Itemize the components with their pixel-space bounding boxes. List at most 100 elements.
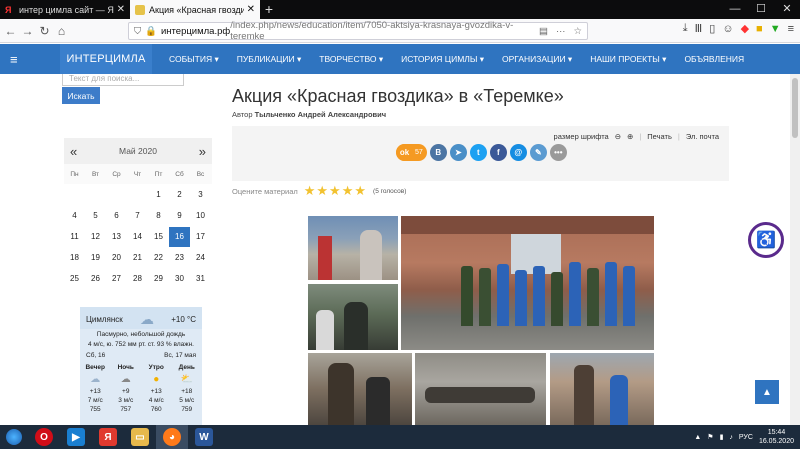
calendar-day[interactable]: 1 <box>148 190 169 199</box>
scrollbar[interactable] <box>790 74 800 425</box>
twitter-icon[interactable]: t <box>469 144 487 161</box>
calendar-day[interactable]: 7 <box>127 211 148 220</box>
close-tab-icon[interactable]: ✕ <box>247 4 255 15</box>
accessibility-icon[interactable]: ♿ <box>748 222 784 258</box>
menu-item-announcements[interactable]: ОБЪЯВЛЕНИЯ <box>675 54 753 64</box>
taskbar-opera[interactable]: O <box>28 425 60 449</box>
scroll-to-top-button[interactable]: ▲ <box>755 380 779 404</box>
rating-stars[interactable]: ★★★★★ <box>304 183 367 199</box>
adblock-icon[interactable]: ■ <box>756 23 763 35</box>
flag-icon[interactable]: ⚑ <box>707 433 713 441</box>
scrollbar-thumb[interactable] <box>792 78 798 138</box>
calendar-day[interactable]: 20 <box>106 253 127 262</box>
reader-icon[interactable]: ▤ <box>539 26 548 37</box>
calendar-day[interactable]: 21 <box>127 253 148 262</box>
browser-tab-yandex[interactable]: Я интер цимла сайт — Яндекс: н ✕ <box>0 0 130 19</box>
calendar-day[interactable]: 25 <box>64 274 85 283</box>
calendar-day[interactable]: 17 <box>190 232 211 241</box>
calendar-day[interactable]: 15 <box>148 232 169 241</box>
calendar-day[interactable]: 3 <box>190 190 211 199</box>
back-icon[interactable]: ← <box>2 24 19 38</box>
gallery-photo[interactable] <box>308 284 398 350</box>
close-tab-icon[interactable]: ✕ <box>117 4 125 15</box>
new-tab-button[interactable]: + <box>260 0 278 19</box>
calendar-day[interactable]: 23 <box>169 253 190 262</box>
browser-tab-article[interactable]: Акция «Красная гвоздика» в «Т ✕ <box>130 0 260 19</box>
network-icon[interactable]: ▮ <box>720 433 724 441</box>
taskbar-firefox[interactable]: ◕ <box>156 425 188 449</box>
calendar-day[interactable]: 26 <box>85 274 106 283</box>
site-logo[interactable]: ИНТЕРЦИМЛА <box>60 44 152 74</box>
zoom-in-icon[interactable]: ⊕ <box>627 132 633 141</box>
home-icon[interactable]: ⌂ <box>53 24 70 38</box>
close-window-icon[interactable]: ✕ <box>774 0 800 19</box>
telegram-icon[interactable]: ➤ <box>449 144 467 161</box>
calendar-day[interactable]: 9 <box>169 211 190 220</box>
tray-expand-icon[interactable]: ▲ <box>694 434 701 441</box>
hamburger-menu-icon[interactable]: ≡ <box>10 52 18 67</box>
calendar-day[interactable]: 30 <box>169 274 190 283</box>
menu-icon[interactable]: ≡ <box>788 23 794 35</box>
gallery-photo[interactable] <box>550 353 654 425</box>
calendar-day[interactable]: 22 <box>148 253 169 262</box>
calendar-day[interactable]: 5 <box>85 211 106 220</box>
sidebar-icon[interactable]: ▯ <box>709 22 715 35</box>
calendar-day[interactable]: 14 <box>127 232 148 241</box>
calendar-day[interactable]: 2 <box>169 190 190 199</box>
bookmark-star-icon[interactable]: ☆ <box>573 26 582 37</box>
calendar-prev-button[interactable]: « <box>70 144 77 159</box>
email-button[interactable]: Эл. почта <box>686 132 719 141</box>
download-helper-icon[interactable]: ▼ <box>770 23 781 35</box>
menu-item-publications[interactable]: ПУБЛИКАЦИИ ▾ <box>228 54 311 65</box>
menu-item-organizations[interactable]: ОРГАНИЗАЦИИ ▾ <box>493 54 581 65</box>
taskbar-yandex[interactable]: Я <box>92 425 124 449</box>
taskbar-explorer[interactable]: ▭ <box>124 425 156 449</box>
menu-item-history[interactable]: ИСТОРИЯ ЦИМЛЫ ▾ <box>392 54 493 65</box>
print-button[interactable]: Печать <box>647 132 672 141</box>
calendar-day[interactable]: 24 <box>190 253 211 262</box>
search-input[interactable]: Текст для поиска... <box>62 74 184 86</box>
forward-icon[interactable]: → <box>19 24 36 38</box>
calendar-day[interactable]: 29 <box>148 274 169 283</box>
more-share-icon[interactable]: ••• <box>549 144 567 161</box>
mail-icon[interactable]: @ <box>509 144 527 161</box>
calendar-day-today[interactable]: 16 <box>169 226 190 247</box>
calendar-day[interactable]: 27 <box>106 274 127 283</box>
start-button[interactable] <box>0 425 28 449</box>
reload-icon[interactable]: ↻ <box>36 24 53 38</box>
menu-item-projects[interactable]: НАШИ ПРОЕКТЫ ▾ <box>581 54 675 65</box>
calendar-day[interactable]: 8 <box>148 211 169 220</box>
share-ok-button[interactable]: ok 57 <box>396 144 427 161</box>
address-bar[interactable]: ⛉ 🔒 интерцимла.рф /index.php/news/educat… <box>128 20 588 42</box>
download-icon[interactable]: ⤓ <box>683 22 688 35</box>
calendar-day[interactable]: 4 <box>64 211 85 220</box>
gallery-photo[interactable] <box>308 216 398 280</box>
volume-icon[interactable]: ♪ <box>729 434 733 441</box>
minimize-icon[interactable]: — <box>722 0 748 19</box>
calendar-next-button[interactable]: » <box>199 144 206 159</box>
livejournal-icon[interactable]: ✎ <box>529 144 547 161</box>
taskbar-word[interactable]: W <box>188 425 220 449</box>
more-icon[interactable]: ··· <box>556 26 566 37</box>
calendar-day[interactable]: 10 <box>190 211 211 220</box>
calendar-day[interactable]: 18 <box>64 253 85 262</box>
facebook-icon[interactable]: f <box>489 144 507 161</box>
menu-item-creativity[interactable]: ТВОРЧЕСТВО ▾ <box>310 54 392 65</box>
gallery-photo[interactable] <box>415 353 546 425</box>
calendar-day[interactable]: 13 <box>106 232 127 241</box>
gallery-photo[interactable] <box>308 353 412 425</box>
vk-icon[interactable]: B <box>429 144 447 161</box>
taskbar-media-player[interactable]: ▶ <box>60 425 92 449</box>
menu-item-events[interactable]: СОБЫТИЯ ▾ <box>160 54 228 65</box>
library-icon[interactable]: Ⅲ <box>695 22 703 35</box>
calendar-day[interactable]: 11 <box>64 232 85 241</box>
gallery-photo[interactable] <box>401 216 654 350</box>
language-indicator[interactable]: РУС <box>739 434 753 441</box>
search-button[interactable]: Искать <box>62 87 100 104</box>
calendar-day[interactable]: 12 <box>85 232 106 241</box>
author-name[interactable]: Тыльченко Андрей Александрович <box>255 110 387 119</box>
zoom-out-icon[interactable]: ⊖ <box>615 132 621 141</box>
extension-icon[interactable]: ◆ <box>741 22 749 35</box>
calendar-day[interactable]: 31 <box>190 274 211 283</box>
clock[interactable]: 15:44 16.05.2020 <box>759 428 794 446</box>
